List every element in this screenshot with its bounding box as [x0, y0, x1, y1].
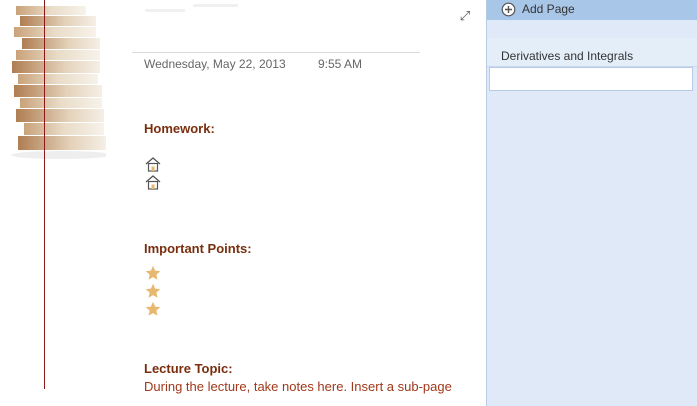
- star-icon: [145, 283, 161, 298]
- note-page: Wednesday, May 22, 2013 9:55 AM ⤢ Homewo…: [0, 0, 486, 406]
- lecture-topic-heading: Lecture Topic:: [144, 361, 233, 376]
- star-icon: [145, 301, 161, 316]
- notebook-margin-line: [44, 0, 45, 389]
- title-underline: [132, 52, 420, 53]
- add-page-label: Add Page: [522, 2, 575, 16]
- add-page-button[interactable]: Add Page: [487, 0, 697, 20]
- home-icon: [145, 175, 161, 190]
- book-stack-icon: [11, 6, 106, 159]
- lecture-topic-text[interactable]: During the lecture, take notes here. Ins…: [144, 379, 452, 394]
- page-title-area[interactable]: [145, 4, 240, 18]
- plus-circle-icon: [501, 2, 516, 17]
- page-time: 9:55 AM: [318, 57, 363, 71]
- important-points-heading: Important Points:: [144, 241, 252, 256]
- new-page-entry[interactable]: [489, 67, 693, 91]
- page-tabs-pane: Add Page Derivatives and Integrals: [486, 0, 697, 406]
- page-tab-derivatives-and-integrals[interactable]: Derivatives and Integrals: [501, 49, 633, 63]
- star-icon: [145, 265, 161, 280]
- homework-heading: Homework:: [144, 121, 215, 136]
- home-icon: [145, 157, 161, 172]
- expand-icon[interactable]: ⤢: [458, 9, 472, 23]
- page-list: Derivatives and Integrals: [487, 38, 697, 67]
- page-date: Wednesday, May 22, 2013: [144, 57, 286, 71]
